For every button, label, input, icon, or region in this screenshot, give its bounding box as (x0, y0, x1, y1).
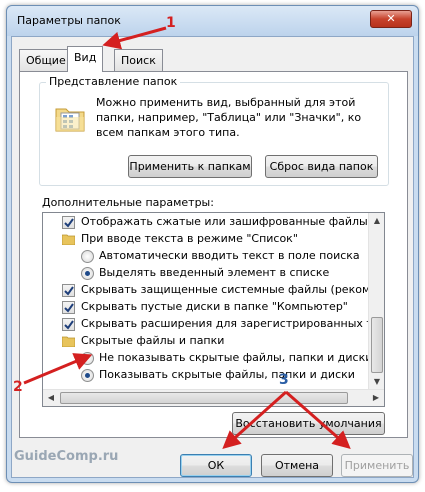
window-title: Параметры папок (17, 14, 121, 27)
advanced-settings-label: Дополнительные параметры: (42, 196, 214, 209)
vertical-scrollbar[interactable]: ▲ ▼ (368, 213, 384, 390)
annotation-number-3: 3 (279, 372, 289, 388)
checkbox-checked[interactable] (62, 301, 75, 314)
checkbox-checked[interactable] (62, 284, 75, 297)
tab-search[interactable]: Поиск (114, 49, 163, 71)
folder-view-icon (55, 108, 85, 132)
vertical-scroll-thumb[interactable] (371, 317, 383, 373)
scroll-right-icon[interactable]: ▶ (368, 390, 384, 406)
cancel-button[interactable]: Отмена (261, 454, 333, 477)
radio-button[interactable] (81, 250, 94, 263)
horizontal-scroll-thumb[interactable] (60, 392, 348, 404)
dialog-client: Общие Вид Поиск Представление папок Можн… (11, 36, 414, 478)
radio-button-selected[interactable] (81, 369, 94, 382)
checkbox-checked[interactable] (62, 216, 75, 229)
view-tab-panel: Представление папок Можно применить вид,… (19, 71, 408, 438)
radio-button[interactable] (81, 352, 94, 365)
watermark-text: GuideComp.ru (14, 449, 119, 464)
folder-view-group: Представление папок Можно применить вид,… (39, 75, 389, 186)
folder-view-title: Представление папок (46, 75, 181, 88)
tab-view[interactable]: Вид (67, 46, 104, 72)
folder-icon (62, 336, 75, 347)
close-button[interactable]: ✕ (370, 10, 412, 28)
advanced-settings-list[interactable]: Отображать сжатые или зашифрованные файл… (42, 212, 385, 407)
annotation-number-1: 1 (166, 15, 176, 31)
checkbox-checked[interactable] (62, 318, 75, 331)
apply-to-folders-button[interactable]: Применить к папкам (128, 155, 252, 178)
folder-icon (62, 234, 75, 245)
restore-defaults-button[interactable]: Восстановить умолчания (232, 412, 385, 435)
reset-folders-button[interactable]: Сброс вида папок (265, 155, 378, 178)
scroll-down-icon[interactable]: ▼ (369, 374, 384, 390)
tab-general[interactable]: Общие (19, 49, 73, 71)
title-bar: Параметры папок ✕ (7, 6, 418, 36)
apply-button: Применить (341, 454, 413, 477)
ok-button[interactable]: ОК (180, 454, 252, 477)
scroll-left-icon[interactable]: ◀ (43, 390, 59, 406)
folder-view-description: Можно применить вид, выбранный для этой … (96, 96, 362, 139)
advanced-settings-items: Отображать сжатые или зашифрованные файл… (43, 214, 369, 390)
folder-options-window: Параметры папок ✕ Общие Вид Поиск Предст… (6, 5, 419, 483)
radio-button-selected[interactable] (81, 267, 94, 280)
close-icon: ✕ (386, 12, 396, 25)
horizontal-scrollbar[interactable]: ◀ ▶ (43, 389, 384, 406)
annotation-number-2: 2 (13, 379, 23, 395)
scroll-up-icon[interactable]: ▲ (369, 213, 384, 229)
